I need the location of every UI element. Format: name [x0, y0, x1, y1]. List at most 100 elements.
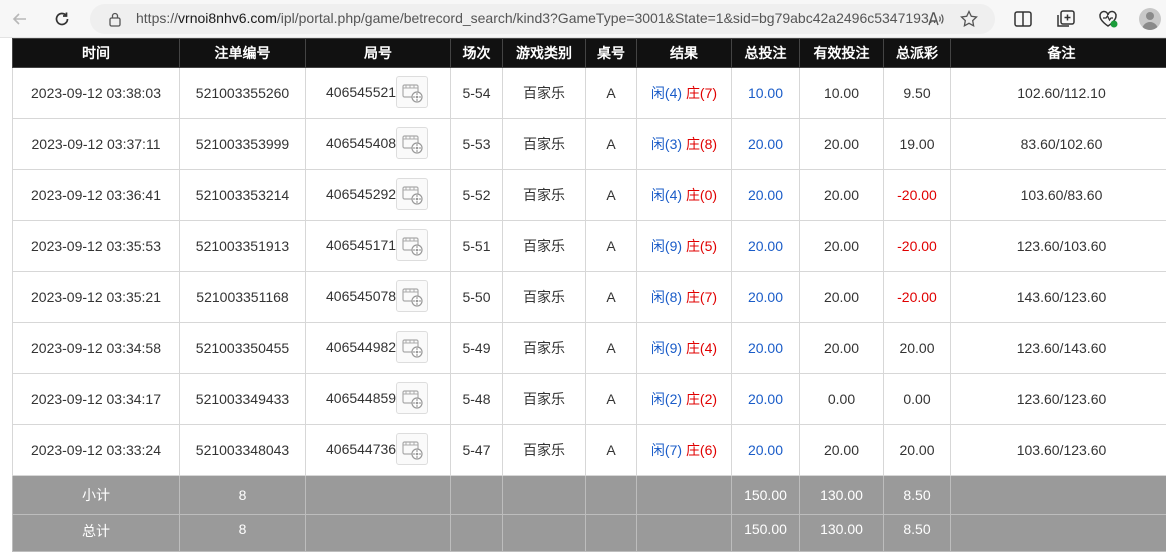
cell-result[interactable]: 闲(4) 庄(0): [637, 170, 732, 221]
header-session: 场次: [451, 39, 503, 68]
total-row-label: 总计: [13, 515, 180, 552]
bet-record-table: 时间 注单编号 局号 场次 游戏类别 桌号 结果 总投注 有效投注 总派彩 备注…: [12, 38, 1166, 552]
header-result: 结果: [637, 39, 732, 68]
subtotal-row: 小计8150.00130.008.50: [13, 476, 1166, 515]
cell-game-type: 百家乐: [503, 323, 586, 374]
cell-note: 102.60/112.10: [951, 68, 1166, 119]
film-reel-icon: [397, 383, 427, 413]
cell-time: 2023-09-12 03:33:24: [13, 425, 180, 476]
header-payout: 总派彩: [884, 39, 951, 68]
cell-session: 5-48: [451, 374, 503, 425]
film-reel-icon: [397, 332, 427, 362]
cell-round: 406544982: [306, 323, 451, 374]
browser-essentials-icon[interactable]: [1097, 9, 1119, 29]
header-valid-bet: 有效投注: [800, 39, 884, 68]
address-bar[interactable]: https://vrnoi8nhv6.com/ipl/portal.php/ga…: [90, 4, 995, 34]
total-row-empty-cell: [586, 515, 637, 552]
subtotal-row-empty-cell: [451, 476, 503, 515]
cell-result[interactable]: 闲(4) 庄(7): [637, 68, 732, 119]
cell-payout: 20.00: [884, 425, 951, 476]
cell-result[interactable]: 闲(2) 庄(2): [637, 374, 732, 425]
video-replay-icon[interactable]: [396, 127, 428, 159]
split-screen-icon[interactable]: [1012, 9, 1034, 29]
cell-valid-bet: 20.00: [800, 272, 884, 323]
header-table-number: 桌号: [586, 39, 637, 68]
cell-game-type: 百家乐: [503, 272, 586, 323]
cell-note: 123.60/103.60: [951, 221, 1166, 272]
table-row: 2023-09-12 03:37:11 521003353999 4065454…: [13, 119, 1166, 170]
player-result: 闲(9): [651, 238, 682, 254]
total-row-empty-cell: [451, 515, 503, 552]
cell-result[interactable]: 闲(7) 庄(6): [637, 425, 732, 476]
cell-time: 2023-09-12 03:37:11: [13, 119, 180, 170]
cell-round: 406545408: [306, 119, 451, 170]
subtotal-row-total-bet: 150.00: [732, 476, 800, 515]
refresh-button[interactable]: [48, 6, 76, 32]
video-replay-icon[interactable]: [396, 382, 428, 414]
cell-bet-id: 521003351913: [180, 221, 306, 272]
cell-table-number: A: [586, 425, 637, 476]
url-path: /ipl/portal.php/game/betrecord_search/ki…: [277, 10, 936, 26]
cell-result[interactable]: 闲(9) 庄(4): [637, 323, 732, 374]
video-replay-icon[interactable]: [396, 433, 428, 465]
cell-table-number: A: [586, 68, 637, 119]
cell-bet-id: 521003351168: [180, 272, 306, 323]
banker-result: 庄(2): [686, 391, 717, 407]
round-id: 406545171: [326, 237, 396, 253]
read-aloud-icon[interactable]: [927, 10, 945, 28]
cell-total-bet[interactable]: 20.00: [732, 323, 800, 374]
film-reel-icon: [397, 128, 427, 158]
video-replay-icon[interactable]: [396, 331, 428, 363]
cell-total-bet[interactable]: 10.00: [732, 68, 800, 119]
subtotal-row-empty-cell: [951, 476, 1166, 515]
cell-game-type: 百家乐: [503, 374, 586, 425]
cell-round: 406545292: [306, 170, 451, 221]
cell-total-bet[interactable]: 20.00: [732, 374, 800, 425]
cell-game-type: 百家乐: [503, 425, 586, 476]
cell-result[interactable]: 闲(3) 庄(8): [637, 119, 732, 170]
video-replay-icon[interactable]: [396, 76, 428, 108]
cell-total-bet[interactable]: 20.00: [732, 272, 800, 323]
round-id: 406544736: [326, 441, 396, 457]
cell-note: 123.60/143.60: [951, 323, 1166, 374]
collections-icon[interactable]: [1055, 9, 1077, 29]
cell-round: 406545521: [306, 68, 451, 119]
cell-result[interactable]: 闲(9) 庄(5): [637, 221, 732, 272]
cell-result[interactable]: 闲(8) 庄(7): [637, 272, 732, 323]
header-round: 局号: [306, 39, 451, 68]
cell-total-bet[interactable]: 20.00: [732, 425, 800, 476]
film-reel-icon: [397, 77, 427, 107]
cell-game-type: 百家乐: [503, 170, 586, 221]
total-row-total-bet: 150.00: [732, 515, 800, 552]
cell-total-bet[interactable]: 20.00: [732, 221, 800, 272]
cell-table-number: A: [586, 323, 637, 374]
cell-session: 5-52: [451, 170, 503, 221]
star-icon[interactable]: [959, 9, 979, 29]
cell-total-bet[interactable]: 20.00: [732, 119, 800, 170]
url-text[interactable]: https://vrnoi8nhv6.com/ipl/portal.php/ga…: [136, 10, 936, 26]
video-replay-icon[interactable]: [396, 178, 428, 210]
round-id: 406544859: [326, 390, 396, 406]
cell-note: 83.60/102.60: [951, 119, 1166, 170]
profile-avatar[interactable]: [1139, 8, 1161, 30]
cell-bet-id: 521003350455: [180, 323, 306, 374]
table-row: 2023-09-12 03:34:58 521003350455 4065449…: [13, 323, 1166, 374]
player-result: 闲(8): [651, 289, 682, 305]
table-row: 2023-09-12 03:35:21 521003351168 4065450…: [13, 272, 1166, 323]
video-replay-icon[interactable]: [396, 229, 428, 261]
table-row: 2023-09-12 03:35:53 521003351913 4065451…: [13, 221, 1166, 272]
lock-icon[interactable]: [108, 11, 122, 27]
cell-round: 406545078: [306, 272, 451, 323]
back-button[interactable]: [6, 6, 34, 32]
total-row: 总计8150.00130.008.50: [13, 515, 1166, 552]
cell-bet-id: 521003355260: [180, 68, 306, 119]
cell-total-bet[interactable]: 20.00: [732, 170, 800, 221]
cell-valid-bet: 20.00: [800, 323, 884, 374]
cell-session: 5-54: [451, 68, 503, 119]
cell-payout: 0.00: [884, 374, 951, 425]
header-bet-id: 注单编号: [180, 39, 306, 68]
subtotal-row-empty-cell: [306, 476, 451, 515]
cell-payout: 20.00: [884, 323, 951, 374]
cell-bet-id: 521003353999: [180, 119, 306, 170]
video-replay-icon[interactable]: [396, 280, 428, 312]
